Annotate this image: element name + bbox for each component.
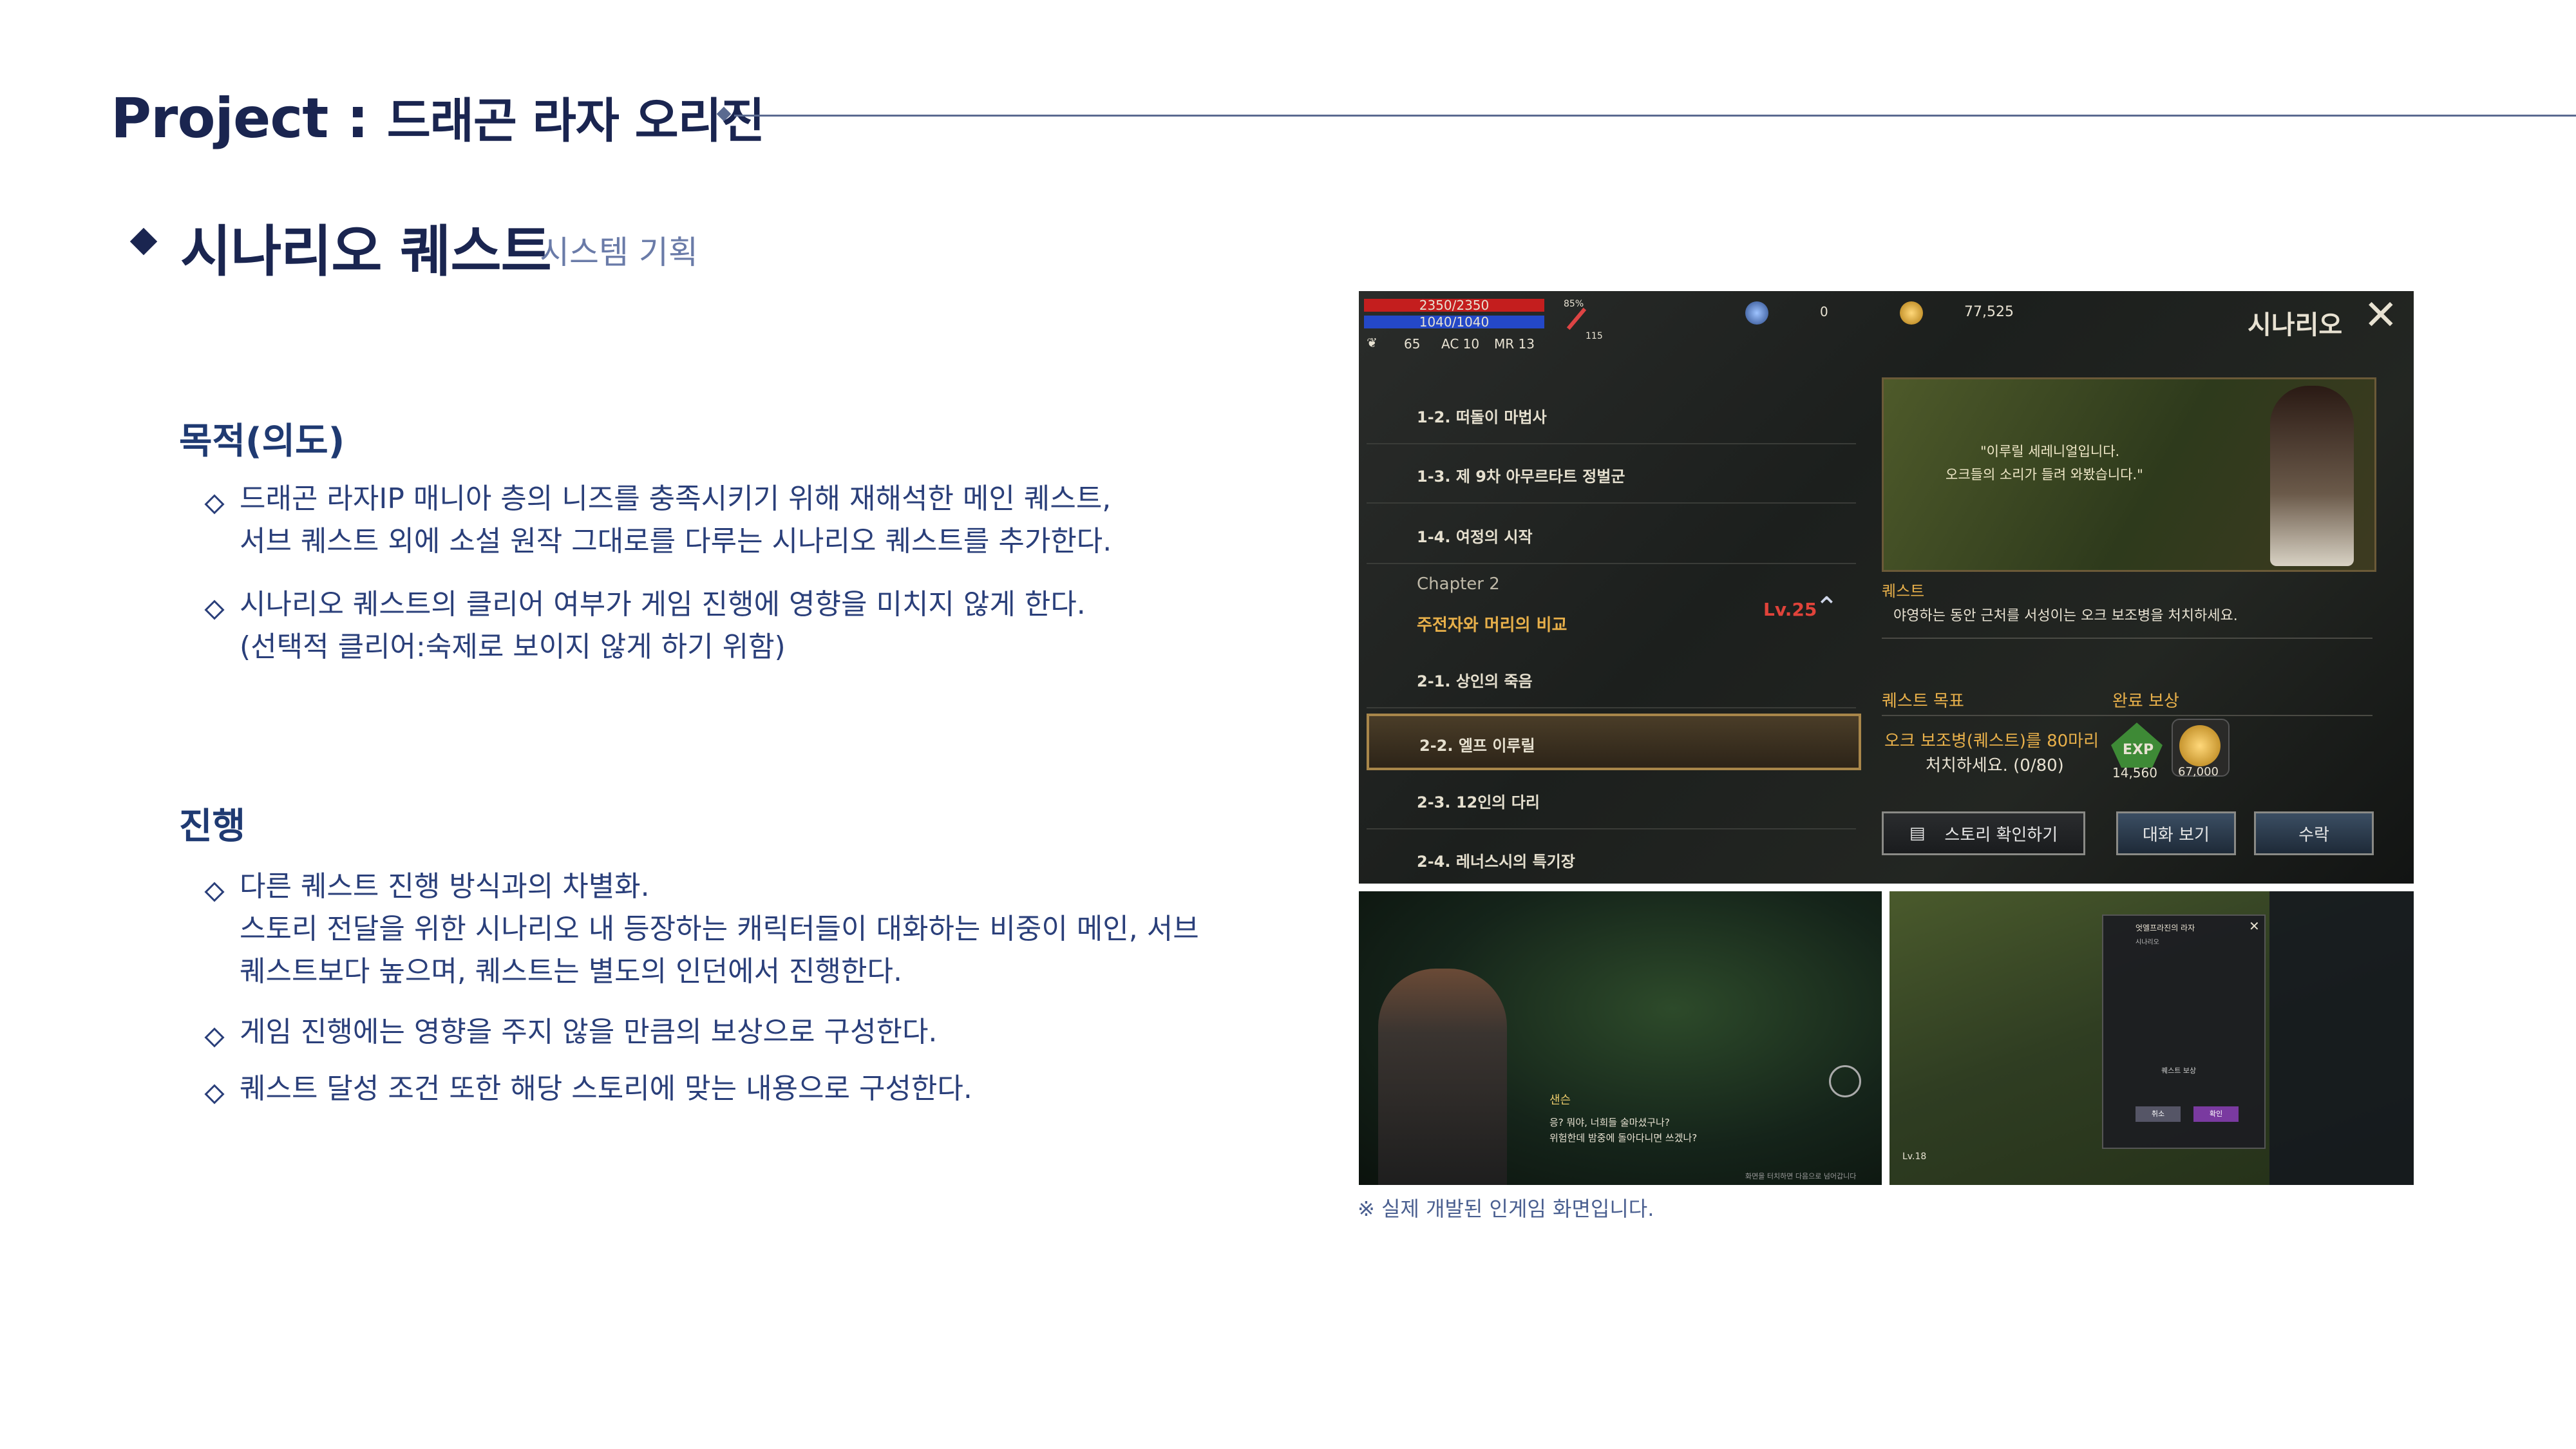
- speaker-name: 샌슨: [1549, 1094, 1571, 1107]
- popup-subtitle: 시나리오: [2136, 939, 2159, 946]
- coin-icon: [1900, 301, 1923, 325]
- character-figure: [1378, 969, 1507, 1185]
- purpose-bullet-1: 드래곤 라자IP 매니아 층의 니즈를 충족시키기 위해 재해석한 메인 퀘스트…: [240, 482, 1112, 558]
- dialogue-line-2: 위험한데 밤중에 돌아다니면 쓰겠나?: [1549, 1132, 1698, 1144]
- purpose-bullet-2: 시나리오 퀘스트의 클리어 여부가 게임 진행에 영향을 미치지 않게 한다. …: [240, 588, 1086, 663]
- accept-button[interactable]: 수락: [2254, 811, 2374, 855]
- quest-list-item[interactable]: 2-4. 레너스시의 특기장: [1367, 832, 1856, 884]
- story-check-button[interactable]: ▤ 스토리 확인하기: [1882, 811, 2085, 855]
- section-diamond-icon: [129, 227, 158, 256]
- bullet-diamond-icon: [204, 1084, 225, 1104]
- book-icon: ▤: [1909, 824, 1926, 843]
- title-sub: 드래곤 라자 오리진: [386, 93, 765, 149]
- goal-label: 퀘스트 목표: [1882, 692, 1964, 711]
- quest-label: 퀘스트: [1882, 582, 1925, 600]
- hp-text: 2350/2350: [1419, 298, 1490, 313]
- ammo-count: 115: [1586, 331, 1603, 341]
- dialogue-line-1: 응? 뭐야, 너희들 술마셨구나?: [1549, 1117, 1670, 1128]
- tap-hint: 화면을 터치하면 다음으로 넘어갑니다: [1745, 1172, 1857, 1180]
- dialog-line-1: "이루릴 세레니얼입니다.: [1980, 444, 2120, 459]
- mr-stat: MR 13: [1494, 336, 1535, 352]
- section-subtitle: 시스템 기획: [540, 234, 698, 271]
- bullet-diamond-icon: [204, 600, 225, 620]
- view-dialog-button[interactable]: 대화 보기: [2116, 811, 2236, 855]
- exp-label: EXP: [2123, 742, 2154, 758]
- goal-line-2: 처치하세요. (0/80): [1926, 756, 2064, 775]
- collapse-chevron-icon[interactable]: ⌃: [1815, 591, 1839, 624]
- currency1-value: 0: [1820, 304, 1828, 319]
- npc-portrait-panel: "이루릴 세레니얼입니다. 오크들의 소리가 들려 와봤습니다.": [1882, 377, 2376, 572]
- popup-cancel-button[interactable]: 취소: [2136, 1106, 2181, 1122]
- bullet-diamond-icon: [204, 1027, 225, 1048]
- progress-bullet-3: 퀘스트 달성 조건 또한 해당 스토리에 맞는 내용으로 구성한다.: [240, 1072, 972, 1105]
- gold-value: 67,000: [2178, 765, 2219, 779]
- divider: [1882, 715, 2372, 716]
- level-small: 65: [1404, 336, 1421, 352]
- quest-list-item[interactable]: 2-1. 상인의 죽음: [1367, 652, 1856, 708]
- divider: [1882, 638, 2372, 639]
- header-divider: [734, 115, 2576, 117]
- game-screenshot-field: 엇엘프라진의 라자 시나리오 ✕ 퀘스트 보상 취소 확인 Lv.18: [1889, 891, 2414, 1185]
- ac-stat: AC 10: [1441, 336, 1480, 352]
- game-screenshot-dialogue: 샌슨 응? 뭐야, 너희들 술마셨구나? 위험한데 밤중에 돌아다니면 쓰겠나?…: [1359, 891, 1882, 1185]
- popup-title: 엇엘프라진의 라자: [2136, 923, 2195, 933]
- reward-label: 완료 보상: [2112, 692, 2179, 711]
- quest-list-item[interactable]: 2-3. 12인의 다리: [1367, 773, 1856, 829]
- gold-coin-icon: [2179, 725, 2221, 766]
- quest-description: 야영하는 동안 근처를 서성이는 오크 보조병을 처치하세요.: [1893, 608, 2238, 624]
- progress-heading: 진행: [179, 806, 246, 848]
- chapter-name: 주전자와 머리의 비교: [1417, 616, 1567, 635]
- chapter-label: Chapter 2: [1417, 574, 1500, 594]
- progress-bullet-1: 다른 퀘스트 진행 방식과의 차별화. 스토리 전달을 위한 시나리오 내 등장…: [240, 870, 1199, 988]
- percent-text: 85%: [1564, 299, 1584, 309]
- quest-list-item-selected[interactable]: 2-2. 엘프 이루릴: [1367, 714, 1861, 770]
- potion-icon[interactable]: [1566, 307, 1587, 330]
- exp-value: 14,560: [2112, 765, 2157, 781]
- title-main: Project: [111, 86, 328, 151]
- chapter-level: Lv.25: [1763, 599, 1817, 620]
- goal-line-1: 오크 보조병(퀘스트)를 80마리: [1884, 732, 2099, 751]
- wing-icon: ❦: [1367, 335, 1378, 350]
- mp-text: 1040/1040: [1419, 314, 1490, 330]
- menu-panel: [2269, 891, 2414, 1185]
- close-icon[interactable]: ✕: [2363, 295, 2398, 336]
- popup-close-icon[interactable]: ✕: [2249, 918, 2260, 934]
- bullet-diamond-icon: [204, 882, 225, 902]
- page-title: Project : 드래곤 라자 오리진: [111, 86, 765, 151]
- gem-icon: [1745, 301, 1768, 325]
- purpose-heading: 목적(의도): [179, 421, 345, 462]
- game-screenshot-scenario: 2350/2350 1040/1040 ❦ 65 AC 10 MR 13 85%…: [1359, 291, 2414, 884]
- quest-popup: 엇엘프라진의 라자 시나리오 ✕ 퀘스트 보상 취소 확인: [2102, 914, 2266, 1149]
- bullet-diamond-icon: [204, 494, 225, 515]
- dialog-line-2: 오크들의 소리가 들려 와봤습니다.": [1946, 467, 2143, 482]
- quest-list-item[interactable]: 1-2. 떠돌이 마법사: [1367, 388, 1856, 444]
- popup-reward-title: 퀘스트 보상: [2161, 1066, 2197, 1075]
- progress-bullet-2: 게임 진행에는 영향을 주지 않을 만큼의 보상으로 구성한다.: [240, 1016, 938, 1048]
- screen-title: 시나리오: [2248, 310, 2343, 340]
- skip-icon[interactable]: [1829, 1065, 1861, 1097]
- section-title: 시나리오 퀘스트: [180, 220, 552, 284]
- currency2-value: 77,525: [1964, 304, 2014, 320]
- quest-list-item[interactable]: 1-3. 제 9차 아무르타트 정벌군: [1367, 447, 1856, 504]
- quest-list-item[interactable]: 1-4. 여정의 시작: [1367, 507, 1856, 564]
- popup-ok-button[interactable]: 확인: [2193, 1106, 2239, 1122]
- caption: ※ 실제 개발된 인게임 화면입니다.: [1358, 1197, 1654, 1221]
- npc-figure: [2270, 386, 2354, 566]
- player-level: Lv.18: [1902, 1151, 1927, 1162]
